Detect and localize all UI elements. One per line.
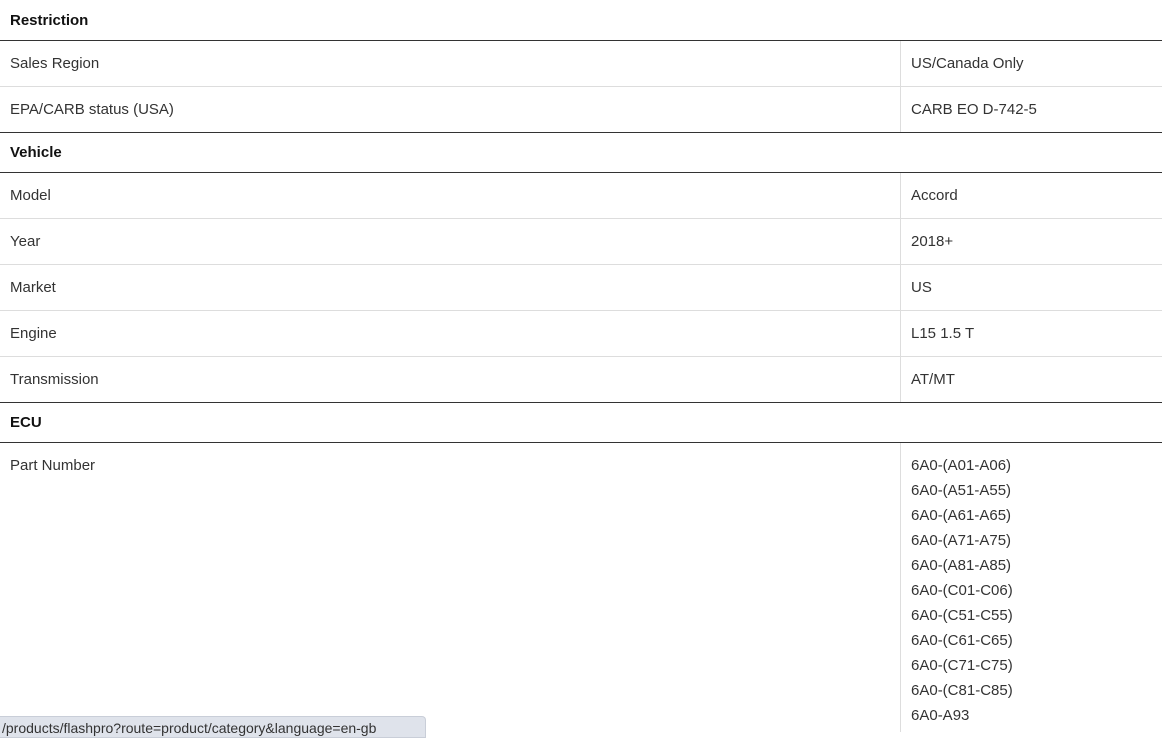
part-number-item: 6A0-(C61-C65) [911, 632, 1013, 649]
part-number-item: 6A0-(A71-A75) [911, 532, 1012, 549]
part-number-item: 6A0-(C71-C75) [911, 657, 1013, 674]
row-value: US [911, 279, 932, 296]
table-row: EPA/CARB status (USA) CARB EO D-742-5 [0, 87, 1162, 133]
table-row: Sales Region US/Canada Only [0, 41, 1162, 87]
part-number-item: 6A0-(A51-A55) [911, 482, 1012, 499]
part-number-item: 6A0-(A81-A85) [911, 557, 1012, 574]
part-number-list: 6A0-(A01-A06) 6A0-(A51-A55) 6A0-(A61-A65… [901, 443, 1162, 732]
section-header-vehicle: Vehicle [0, 133, 1162, 173]
table-row-part-number: Part Number 6A0-(A01-A06) 6A0-(A51-A55) … [0, 443, 1162, 732]
row-value: Accord [911, 187, 958, 204]
table-row: Market US [0, 265, 1162, 311]
part-number-item: 6A0-(A01-A06) [911, 457, 1012, 474]
row-value: CARB EO D-742-5 [911, 101, 1037, 118]
row-value: L15 1.5 T [911, 325, 975, 342]
row-value: AT/MT [911, 371, 955, 388]
table-row: Model Accord [0, 173, 1162, 219]
part-number-item: 6A0-(A61-A65) [911, 507, 1012, 524]
row-label: Sales Region [0, 41, 901, 86]
part-number-item: 6A0-(C01-C06) [911, 582, 1013, 599]
row-label: Market [0, 265, 901, 310]
part-number-item: 6A0-(C81-C85) [911, 682, 1013, 699]
table-row: Engine L15 1.5 T [0, 311, 1162, 357]
row-label: Year [0, 219, 901, 264]
part-number-item: 6A0-A93 [911, 707, 970, 724]
section-header-ecu: ECU [0, 403, 1162, 443]
section-header-restriction: Restriction [0, 0, 1162, 41]
row-label: Transmission [0, 357, 901, 402]
table-row: Year 2018+ [0, 219, 1162, 265]
part-number-item: 6A0-(C51-C55) [911, 607, 1013, 624]
row-label: Model [0, 173, 901, 218]
spec-table: Restriction Sales Region US/Canada Only … [0, 0, 1162, 732]
row-value: US/Canada Only [911, 55, 1024, 72]
row-label: Part Number [0, 443, 901, 732]
row-label: EPA/CARB status (USA) [0, 87, 901, 132]
table-row: Transmission AT/MT [0, 357, 1162, 403]
row-label: Engine [0, 311, 901, 356]
row-value: 2018+ [911, 233, 954, 250]
status-bar-link-preview: /products/flashpro?route=product/categor… [0, 716, 426, 738]
